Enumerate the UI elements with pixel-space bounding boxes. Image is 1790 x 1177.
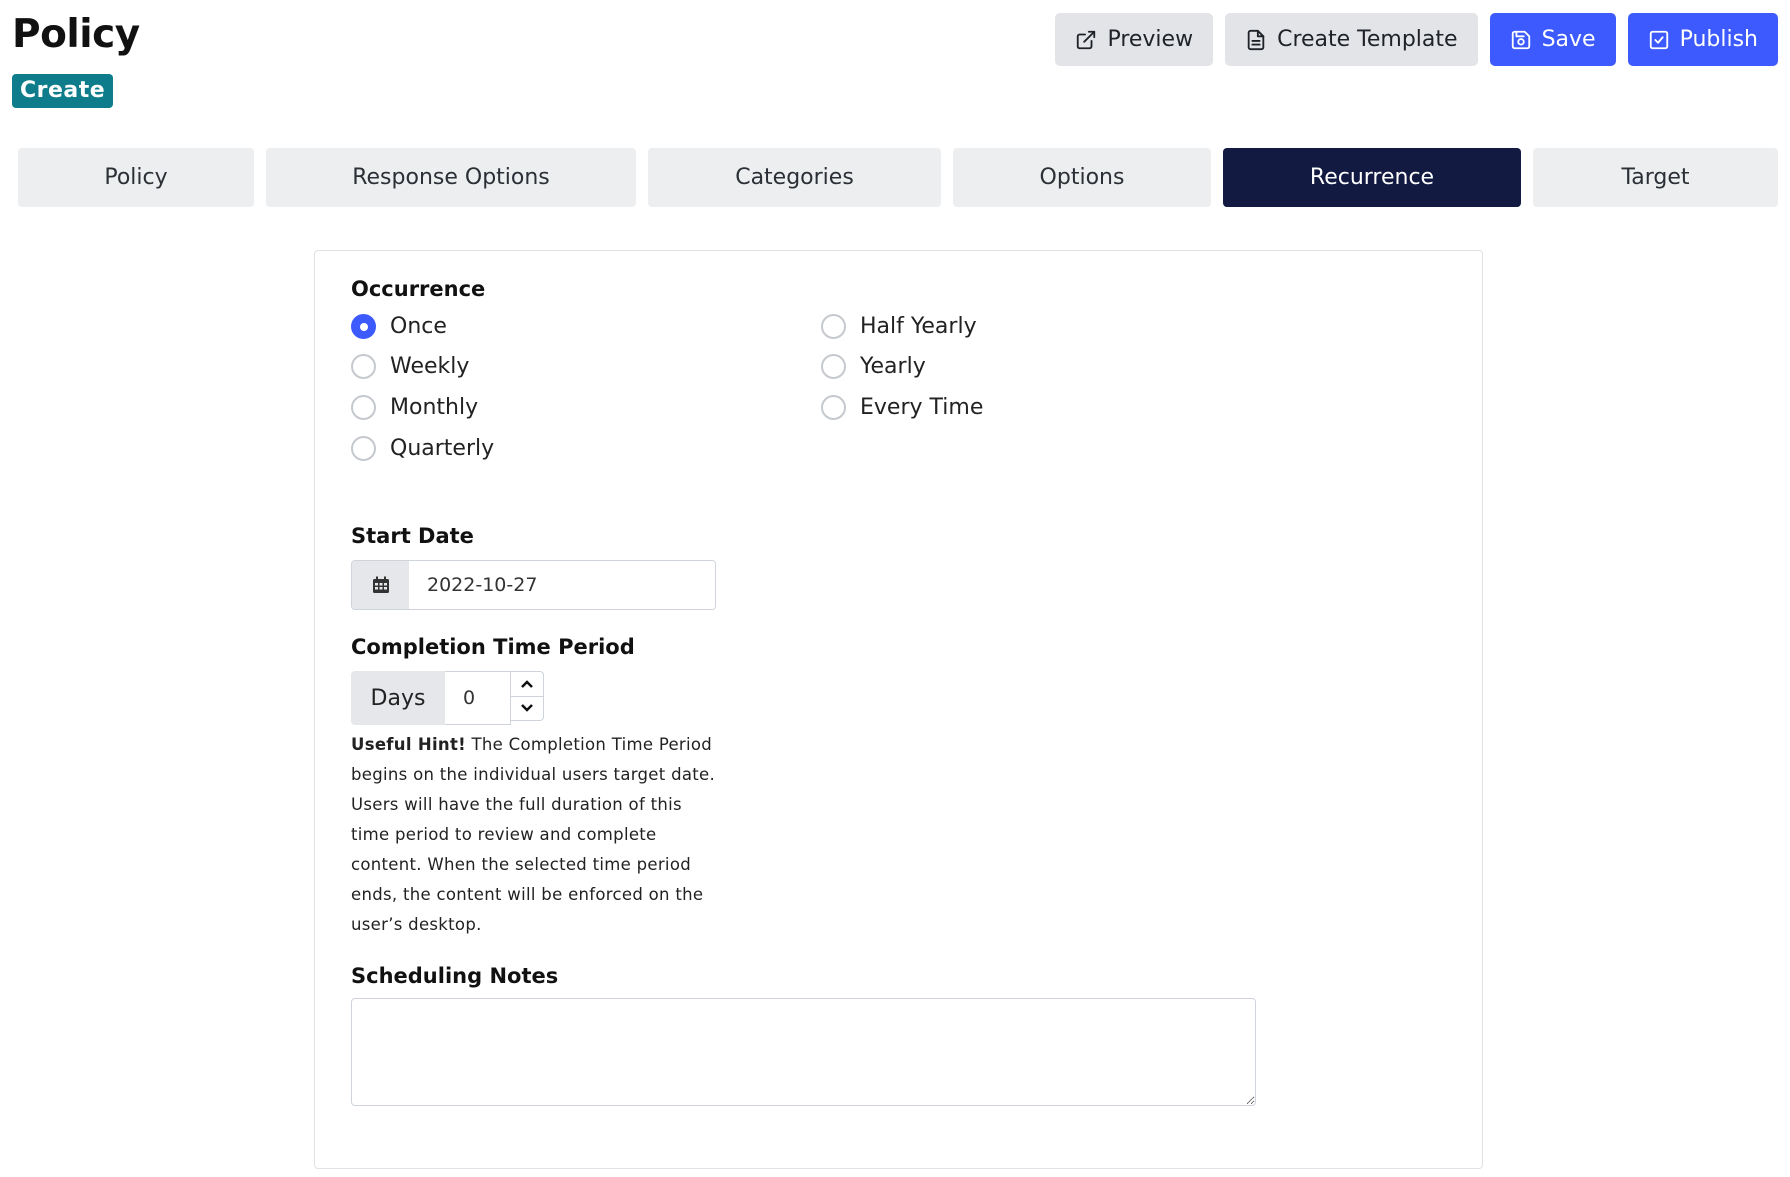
radio-label: Quarterly [390,436,495,461]
tab-response-options[interactable]: Response Options [266,148,636,207]
scheduling-notes-input[interactable] [351,998,1256,1106]
tab-recurrence[interactable]: Recurrence [1223,148,1521,207]
tab-options[interactable]: Options [953,148,1211,207]
floppy-disk-icon [1511,30,1530,49]
radio-label: Half Yearly [860,314,977,339]
quantity-stepper [511,671,544,721]
create-badge: Create [12,74,114,108]
radio-button[interactable] [351,436,376,461]
radio-button[interactable] [821,314,846,339]
hint-body: The Completion Time Period begins on the… [351,735,716,934]
radio-once[interactable]: Once [351,314,447,339]
page-title: Policy [12,12,140,57]
external-link-icon [1077,30,1096,49]
publish-button[interactable]: Publish [1627,13,1778,66]
create-template-button[interactable]: Create Template [1225,13,1478,66]
preview-button[interactable]: Preview [1055,13,1214,66]
radio-button[interactable] [821,354,846,379]
header-actions: Preview Create Template Save Publish [1055,13,1778,66]
radio-yearly[interactable]: Yearly [821,354,926,379]
days-input[interactable] [445,671,511,725]
radio-button[interactable] [821,395,846,420]
days-unit-label: Days [351,671,445,725]
chevron-up-icon [521,679,533,688]
save-label: Save [1541,27,1596,52]
preview-label: Preview [1107,27,1194,52]
radio-label: Once [390,314,447,339]
hint-title: Useful Hint! [351,735,466,754]
radio-every-time[interactable]: Every Time [821,395,983,420]
document-icon [1247,29,1265,50]
radio-monthly[interactable]: Monthly [351,395,478,420]
tab-bar: Policy Response Options Categories Optio… [18,148,1778,207]
check-square-icon [1649,30,1668,49]
create-template-label: Create Template [1277,27,1458,52]
radio-label: Every Time [860,395,984,420]
date-addon[interactable] [352,561,409,609]
tab-target[interactable]: Target [1533,148,1778,207]
radio-label: Monthly [390,395,479,420]
start-date-label: Start Date [351,524,474,548]
chevron-down-icon [521,704,533,713]
radio-button[interactable] [351,314,376,339]
publish-label: Publish [1679,27,1758,52]
radio-button[interactable] [351,354,376,379]
radio-button[interactable] [351,395,376,420]
radio-label: Weekly [390,354,470,379]
start-date-group [351,560,716,610]
useful-hint-text: Useful Hint! The Completion Time Period … [351,730,723,940]
radio-quarterly[interactable]: Quarterly [351,436,494,461]
occurrence-label: Occurrence [351,277,486,301]
tab-categories[interactable]: Categories [648,148,941,207]
completion-days-group: Days [351,671,544,725]
radio-weekly[interactable]: Weekly [351,354,469,379]
completion-time-label: Completion Time Period [351,635,635,659]
tab-policy[interactable]: Policy [18,148,254,207]
radio-label: Yearly [860,354,926,379]
start-date-input[interactable] [409,561,715,609]
calendar-icon [372,576,389,593]
increment-button[interactable] [511,672,543,696]
radio-half-yearly[interactable]: Half Yearly [821,314,977,339]
scheduling-notes-label: Scheduling Notes [351,964,559,988]
decrement-button[interactable] [511,695,543,721]
save-button[interactable]: Save [1489,13,1616,66]
